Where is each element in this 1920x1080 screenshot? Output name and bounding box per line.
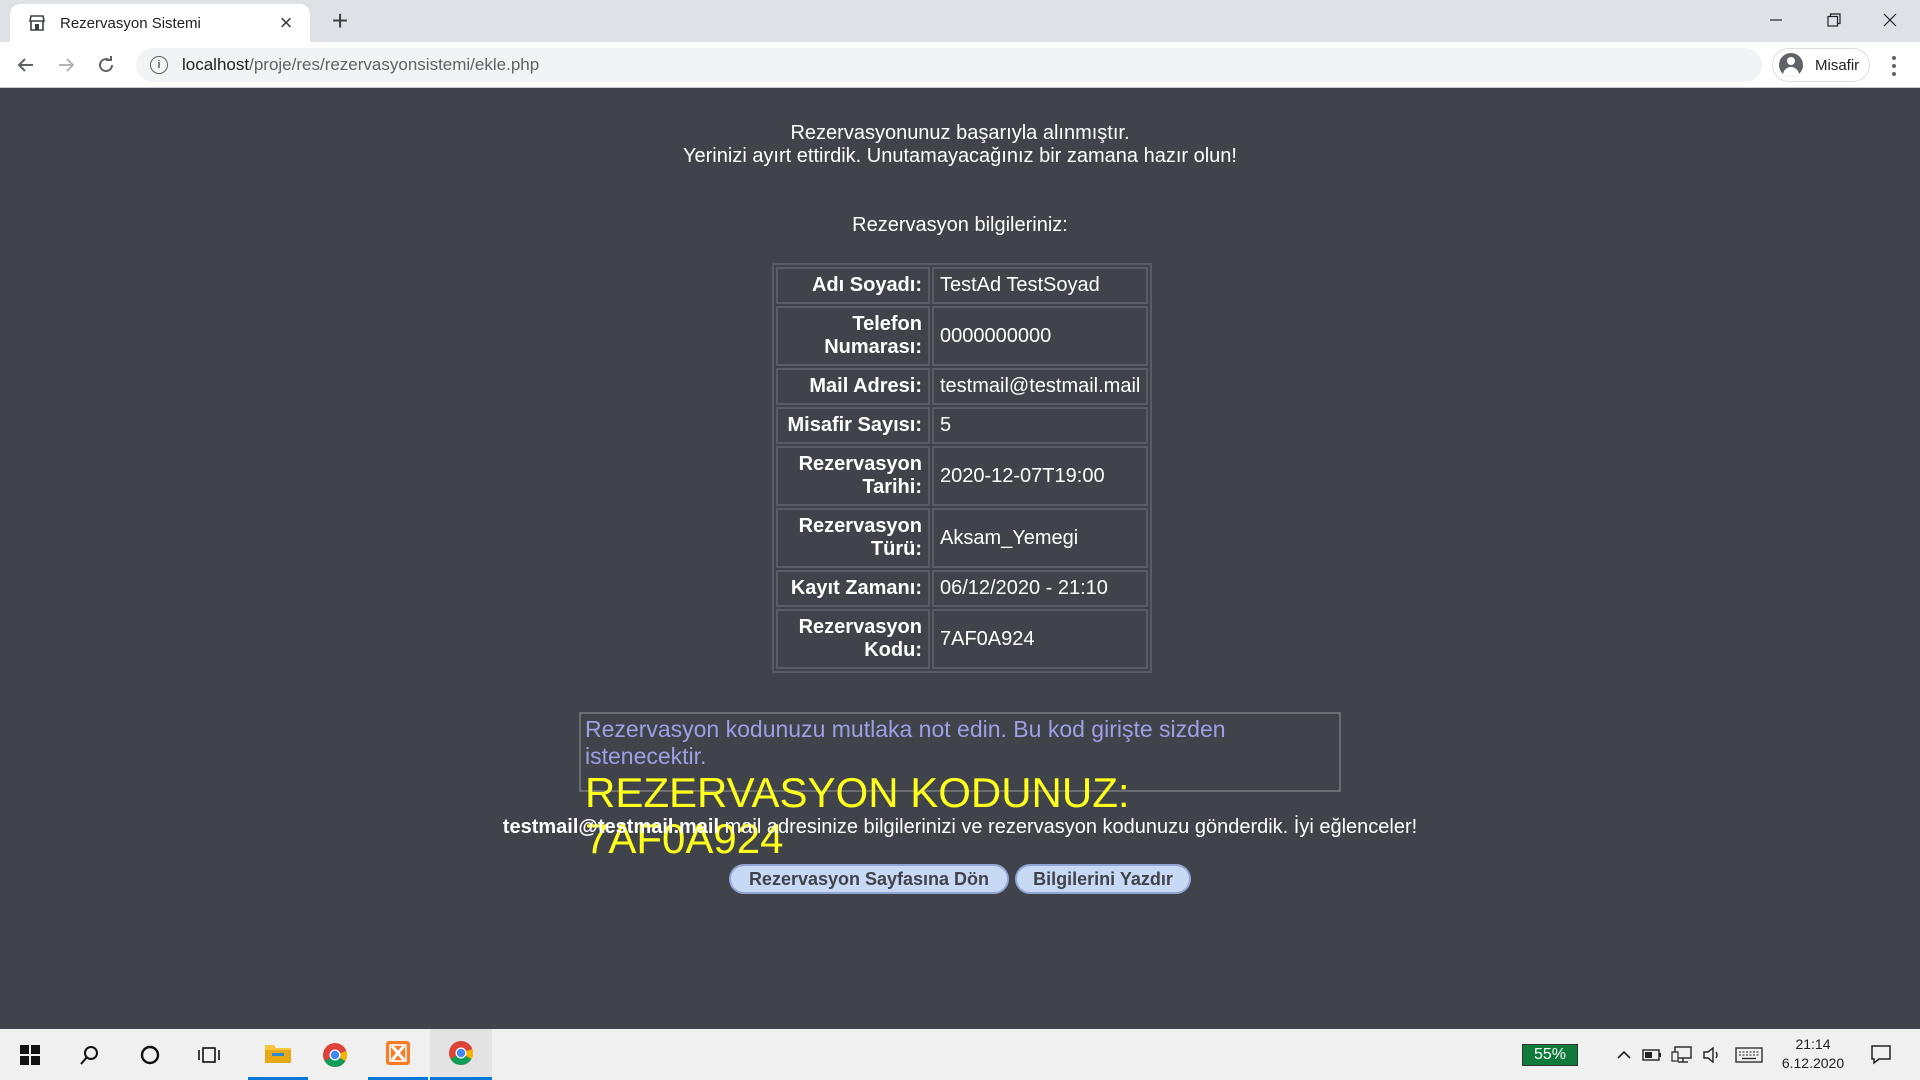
clock-time: 21:14 [1795,1036,1831,1052]
cortana-icon[interactable] [120,1029,180,1080]
row-value: 5 [932,407,1149,444]
row-value: 7AF0A924 [932,609,1149,669]
row-label: Rezervasyon Tarihi: [776,446,930,506]
reservation-info-table: Adı Soyadı: TestAd TestSoyad Telefon Num… [772,263,1153,673]
row-label: Adı Soyadı: [776,267,930,304]
windows-start-icon[interactable] [0,1029,60,1080]
new-tab-button[interactable]: + [324,6,356,38]
print-button[interactable]: Bilgilerini Yazdır [1015,864,1191,894]
profile-button[interactable]: Misafir [1772,48,1870,82]
row-label: Rezervasyon Kodu: [776,609,930,669]
more-menu-icon[interactable] [1884,56,1904,76]
chrome-active-icon[interactable] [430,1029,492,1080]
file-explorer-icon[interactable] [248,1029,308,1080]
xampp-icon[interactable] [368,1029,428,1080]
browser-tabstrip: Rezervasyon Sistemi × + [0,0,1920,42]
row-value: 0000000000 [932,306,1149,366]
table-row: Telefon Numarası: 0000000000 [776,306,1149,366]
row-value: TestAd TestSoyad [932,267,1149,304]
battery-indicator[interactable]: 55% [1522,1044,1578,1066]
row-value: testmail@testmail.mail [932,368,1149,405]
browser-tab[interactable]: Rezervasyon Sistemi × [10,4,310,42]
row-label: Kayıt Zamanı: [776,570,930,607]
forward-arrow-icon[interactable] [50,49,82,81]
chevron-up-icon[interactable] [1612,1043,1636,1067]
row-value: Aksam_Yemegi [932,508,1149,568]
success-submessage: Yerinizi ayırt ettirdik. Unutamayacağını… [683,145,1237,167]
url-path: /proje/res/rezervasyonsistemi/ekle.php [249,55,540,74]
address-bar[interactable]: i localhost/proje/res/rezervasyonsistemi… [136,48,1762,82]
table-row: Mail Adresi: testmail@testmail.mail [776,368,1149,405]
tab-close-icon[interactable]: × [274,12,298,34]
row-value: 2020-12-07T19:00 [932,446,1149,506]
close-window-icon[interactable] [1862,0,1918,40]
success-message: Rezervasyonunuz başarıyla alınmıştır. [790,122,1130,144]
code-note: Rezervasyon kodunuzu mutlaka not edin. B… [585,716,1226,769]
row-value: 06/12/2020 - 21:10 [932,570,1149,607]
table-row: Rezervasyon Kodu: 7AF0A924 [776,609,1149,669]
reservation-code-box: Rezervasyon kodunuzu mutlaka not edin. B… [579,712,1341,862]
restore-icon[interactable] [1806,0,1862,40]
back-to-reservation-button[interactable]: Rezervasyon Sayfasına Dön [729,864,1009,894]
notification-icon[interactable] [1866,1042,1896,1066]
table-row: Rezervasyon Türü: Aksam_Yemegi [776,508,1149,568]
clock-date: 6.12.2020 [1781,1055,1845,1071]
chrome-icon[interactable] [305,1029,365,1080]
row-label: Telefon Numarası: [776,306,930,366]
network-icon[interactable] [1670,1043,1694,1067]
store-icon [26,12,48,34]
taskbar: 55% 21:14 6.12.2020 [0,1029,1920,1080]
info-icon[interactable]: i [150,56,168,74]
row-label: Mail Adresi: [776,368,930,405]
row-label: Misafir Sayısı: [776,407,930,444]
table-row: Kayıt Zamanı: 06/12/2020 - 21:10 [776,570,1149,607]
back-arrow-icon[interactable] [10,49,42,81]
search-icon[interactable] [60,1029,120,1080]
profile-label: Misafir [1815,56,1860,74]
mail-address: testmail@testmail.mail [502,816,720,838]
url-host: localhost [182,55,250,74]
table-row: Adı Soyadı: TestAd TestSoyad [776,267,1149,304]
mail-message: mail adresinize bilgilerinizi ve rezerva… [719,816,1418,838]
minimize-icon[interactable] [1748,0,1804,40]
browser-toolbar: i localhost/proje/res/rezervasyonsistemi… [0,42,1920,88]
row-label: Rezervasyon Türü: [776,508,930,568]
tab-title: Rezervasyon Sistemi [60,14,201,32]
info-heading: Rezervasyon bilgileriniz: [852,214,1068,236]
reload-icon[interactable] [90,49,122,81]
table-row: Misafir Sayısı: 5 [776,407,1149,444]
mail-confirmation: testmail@testmail.mail mail adresinize b… [0,816,1920,839]
table-row: Rezervasyon Tarihi: 2020-12-07T19:00 [776,446,1149,506]
battery-icon[interactable] [1640,1043,1664,1067]
volume-icon[interactable] [1700,1043,1724,1067]
system-clock[interactable]: 21:14 6.12.2020 [1772,1035,1854,1073]
avatar-icon [1779,53,1803,77]
keyboard-icon[interactable] [1734,1043,1764,1067]
page-content: Rezervasyonunuz başarıyla alınmıştır. Ye… [0,89,1920,1029]
task-view-icon[interactable] [180,1029,240,1080]
